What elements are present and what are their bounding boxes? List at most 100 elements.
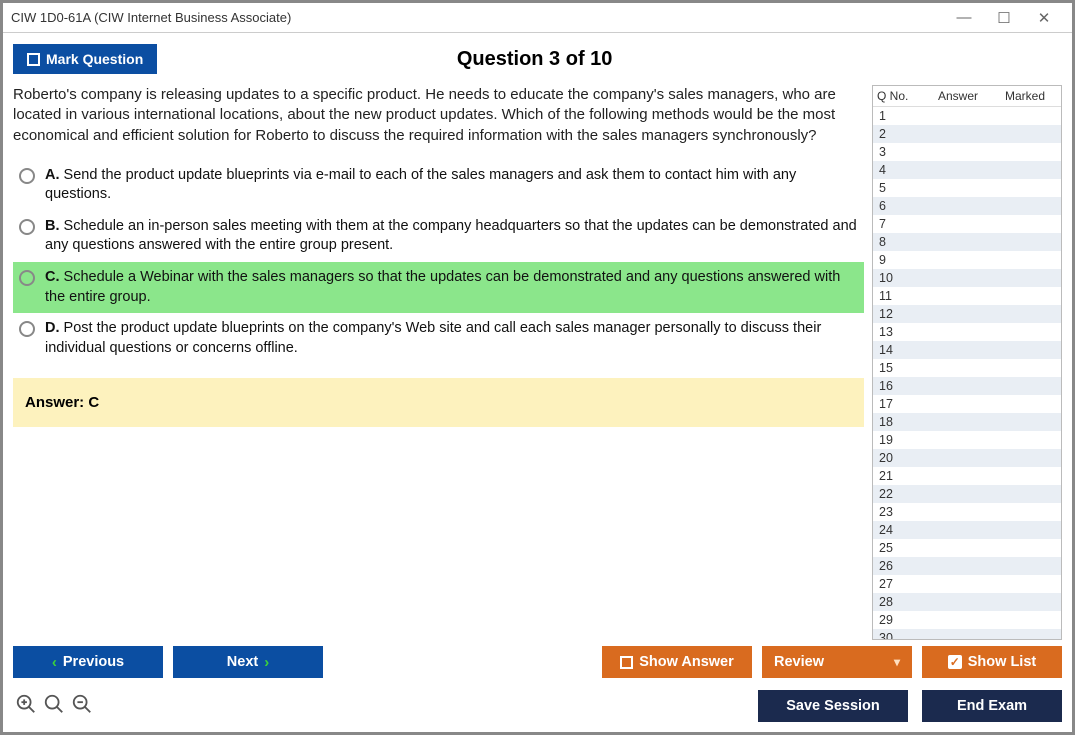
end-exam-button[interactable]: End Exam [922,690,1062,722]
show-answer-label: Show Answer [639,654,734,670]
list-row-number: 19 [879,433,919,447]
list-row-number: 20 [879,451,919,465]
choice-row[interactable]: D. Post the product update blueprints on… [13,313,864,364]
list-row[interactable]: 29 [873,611,1061,629]
question-list-panel: Q No. Answer Marked 12345678910111213141… [872,85,1062,640]
close-button[interactable]: ✕ [1024,3,1064,33]
list-row[interactable]: 4 [873,161,1061,179]
list-row[interactable]: 26 [873,557,1061,575]
choice-text: C. Schedule a Webinar with the sales man… [45,268,858,307]
list-row-number: 13 [879,325,919,339]
list-row[interactable]: 21 [873,467,1061,485]
list-row[interactable]: 19 [873,431,1061,449]
mark-question-button[interactable]: Mark Question [13,44,157,74]
list-row-number: 30 [879,631,919,639]
list-row[interactable]: 9 [873,251,1061,269]
list-row-number: 22 [879,487,919,501]
checkbox-icon [27,53,40,66]
list-row-number: 28 [879,595,919,609]
check-icon: ✓ [948,655,962,669]
maximize-button[interactable]: ☐ [984,3,1024,33]
list-row-number: 21 [879,469,919,483]
list-row[interactable]: 6 [873,197,1061,215]
review-button[interactable]: Review ▾ [762,646,912,678]
zoom-in-icon[interactable] [43,693,65,720]
window-title: CIW 1D0-61A (CIW Internet Business Assoc… [11,10,291,25]
show-answer-button[interactable]: Show Answer [602,646,752,678]
list-row-number: 6 [879,199,919,213]
list-row[interactable]: 17 [873,395,1061,413]
choice-text: D. Post the product update blueprints on… [45,319,858,358]
list-row[interactable]: 10 [873,269,1061,287]
list-row-number: 2 [879,127,919,141]
review-label: Review [774,654,824,670]
list-row[interactable]: 5 [873,179,1061,197]
list-row-number: 7 [879,217,919,231]
list-row-number: 24 [879,523,919,537]
list-row-number: 1 [879,109,919,123]
radio-icon[interactable] [19,219,35,235]
list-row[interactable]: 15 [873,359,1061,377]
zoom-out-icon[interactable] [71,693,93,720]
answer-box: Answer: C [13,378,864,427]
list-row[interactable]: 8 [873,233,1061,251]
next-button[interactable]: Next › [173,646,323,678]
list-row[interactable]: 16 [873,377,1061,395]
choice-text: B. Schedule an in-person sales meeting w… [45,217,858,256]
show-list-button[interactable]: ✓ Show List [922,646,1062,678]
list-header: Q No. Answer Marked [873,86,1061,107]
list-row[interactable]: 12 [873,305,1061,323]
list-row-number: 15 [879,361,919,375]
list-row[interactable]: 7 [873,215,1061,233]
minimize-button[interactable]: — [944,3,984,33]
save-session-button[interactable]: Save Session [758,690,908,722]
choice-row[interactable]: B. Schedule an in-person sales meeting w… [13,211,864,262]
end-exam-label: End Exam [957,698,1027,714]
list-row-number: 5 [879,181,919,195]
titlebar: CIW 1D0-61A (CIW Internet Business Assoc… [3,3,1072,33]
list-row[interactable]: 30 [873,629,1061,639]
mark-question-label: Mark Question [46,51,143,67]
list-row-number: 14 [879,343,919,357]
list-row-number: 10 [879,271,919,285]
list-row-number: 29 [879,613,919,627]
choice-row[interactable]: A. Send the product update blueprints vi… [13,160,864,211]
hdr-qno: Q No. [877,89,923,103]
list-row[interactable]: 1 [873,107,1061,125]
square-icon [620,656,633,669]
list-row[interactable]: 11 [873,287,1061,305]
choice-text: A. Send the product update blueprints vi… [45,166,858,205]
chevron-down-icon: ▾ [894,655,900,669]
choice-row[interactable]: C. Schedule a Webinar with the sales man… [13,262,864,313]
list-row-number: 4 [879,163,919,177]
list-row[interactable]: 14 [873,341,1061,359]
list-row-number: 8 [879,235,919,249]
list-row[interactable]: 25 [873,539,1061,557]
previous-label: Previous [63,654,124,670]
chevron-right-icon: › [264,654,269,671]
chevron-left-icon: ‹ [52,654,57,671]
list-row[interactable]: 23 [873,503,1061,521]
list-row[interactable]: 18 [873,413,1061,431]
previous-button[interactable]: ‹ Previous [13,646,163,678]
question-stem: Roberto's company is releasing updates t… [13,85,864,146]
list-row-number: 12 [879,307,919,321]
list-row[interactable]: 13 [873,323,1061,341]
list-row[interactable]: 28 [873,593,1061,611]
list-row[interactable]: 20 [873,449,1061,467]
list-row[interactable]: 3 [873,143,1061,161]
list-row[interactable]: 2 [873,125,1061,143]
radio-icon[interactable] [19,321,35,337]
list-body[interactable]: 1234567891011121314151617181920212223242… [873,107,1061,639]
zoom-reset-icon[interactable] [15,693,37,720]
list-row[interactable]: 24 [873,521,1061,539]
list-row[interactable]: 22 [873,485,1061,503]
choices-list: A. Send the product update blueprints vi… [13,160,864,365]
radio-icon[interactable] [19,270,35,286]
show-list-label: Show List [968,654,1036,670]
hdr-marked: Marked [993,89,1057,103]
list-row-number: 17 [879,397,919,411]
hdr-answer: Answer [923,89,993,103]
radio-icon[interactable] [19,168,35,184]
list-row[interactable]: 27 [873,575,1061,593]
